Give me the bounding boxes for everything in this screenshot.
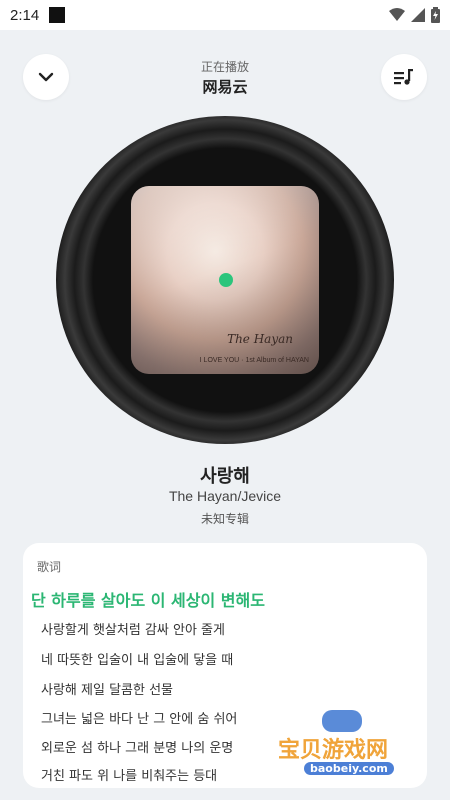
song-artist: The Hayan/Jevice: [168, 488, 282, 504]
watermark: 宝贝游戏网 baobeiy.com: [272, 710, 422, 780]
gamepad-icon: [322, 710, 362, 732]
lyrics-header: 歌词: [37, 560, 62, 574]
lyric-line: 그녀는 넓은 바다 난 그 안에 숨 쉬어: [41, 712, 238, 727]
cover-subtitle-text: I LOVE YOU · 1st Album of HAYAN: [199, 357, 309, 364]
status-bar: 2:14: [0, 0, 450, 30]
player-header: 正在播放 网易云: [0, 40, 450, 110]
lyric-line: 사랑할게 햇살처럼 감싸 안아 줄게: [41, 623, 225, 638]
status-icons: [389, 7, 440, 23]
cover-title-text: The Hayan: [227, 332, 293, 346]
lyric-line: 외로운 섬 하나 그래 분명 나의 운명: [41, 741, 234, 756]
song-title: 사랑해: [200, 466, 250, 487]
watermark-url: baobeiy.com: [304, 762, 394, 775]
status-time: 2:14: [10, 6, 40, 24]
lyric-line: 사랑해 제일 달콤한 선물: [41, 683, 173, 698]
playlist-icon: [394, 69, 413, 85]
lyric-current-line: 단 하루를 살아도 이 세상이 변해도: [31, 591, 265, 610]
playlist-button[interactable]: [381, 54, 427, 100]
watermark-text: 宝贝游戏网: [278, 737, 389, 763]
lyric-line: 거친 파도 위 나를 비춰주는 등대: [41, 769, 218, 784]
signal-icon: [411, 8, 425, 22]
battery-icon: [431, 7, 440, 23]
app-square-icon: [49, 7, 66, 23]
song-album: 未知专辑: [200, 512, 249, 526]
disc-center-dot: [219, 273, 233, 287]
lyric-line: 네 따뜻한 입술이 내 입술에 닿을 때: [41, 653, 234, 668]
wifi-icon: [389, 8, 405, 21]
